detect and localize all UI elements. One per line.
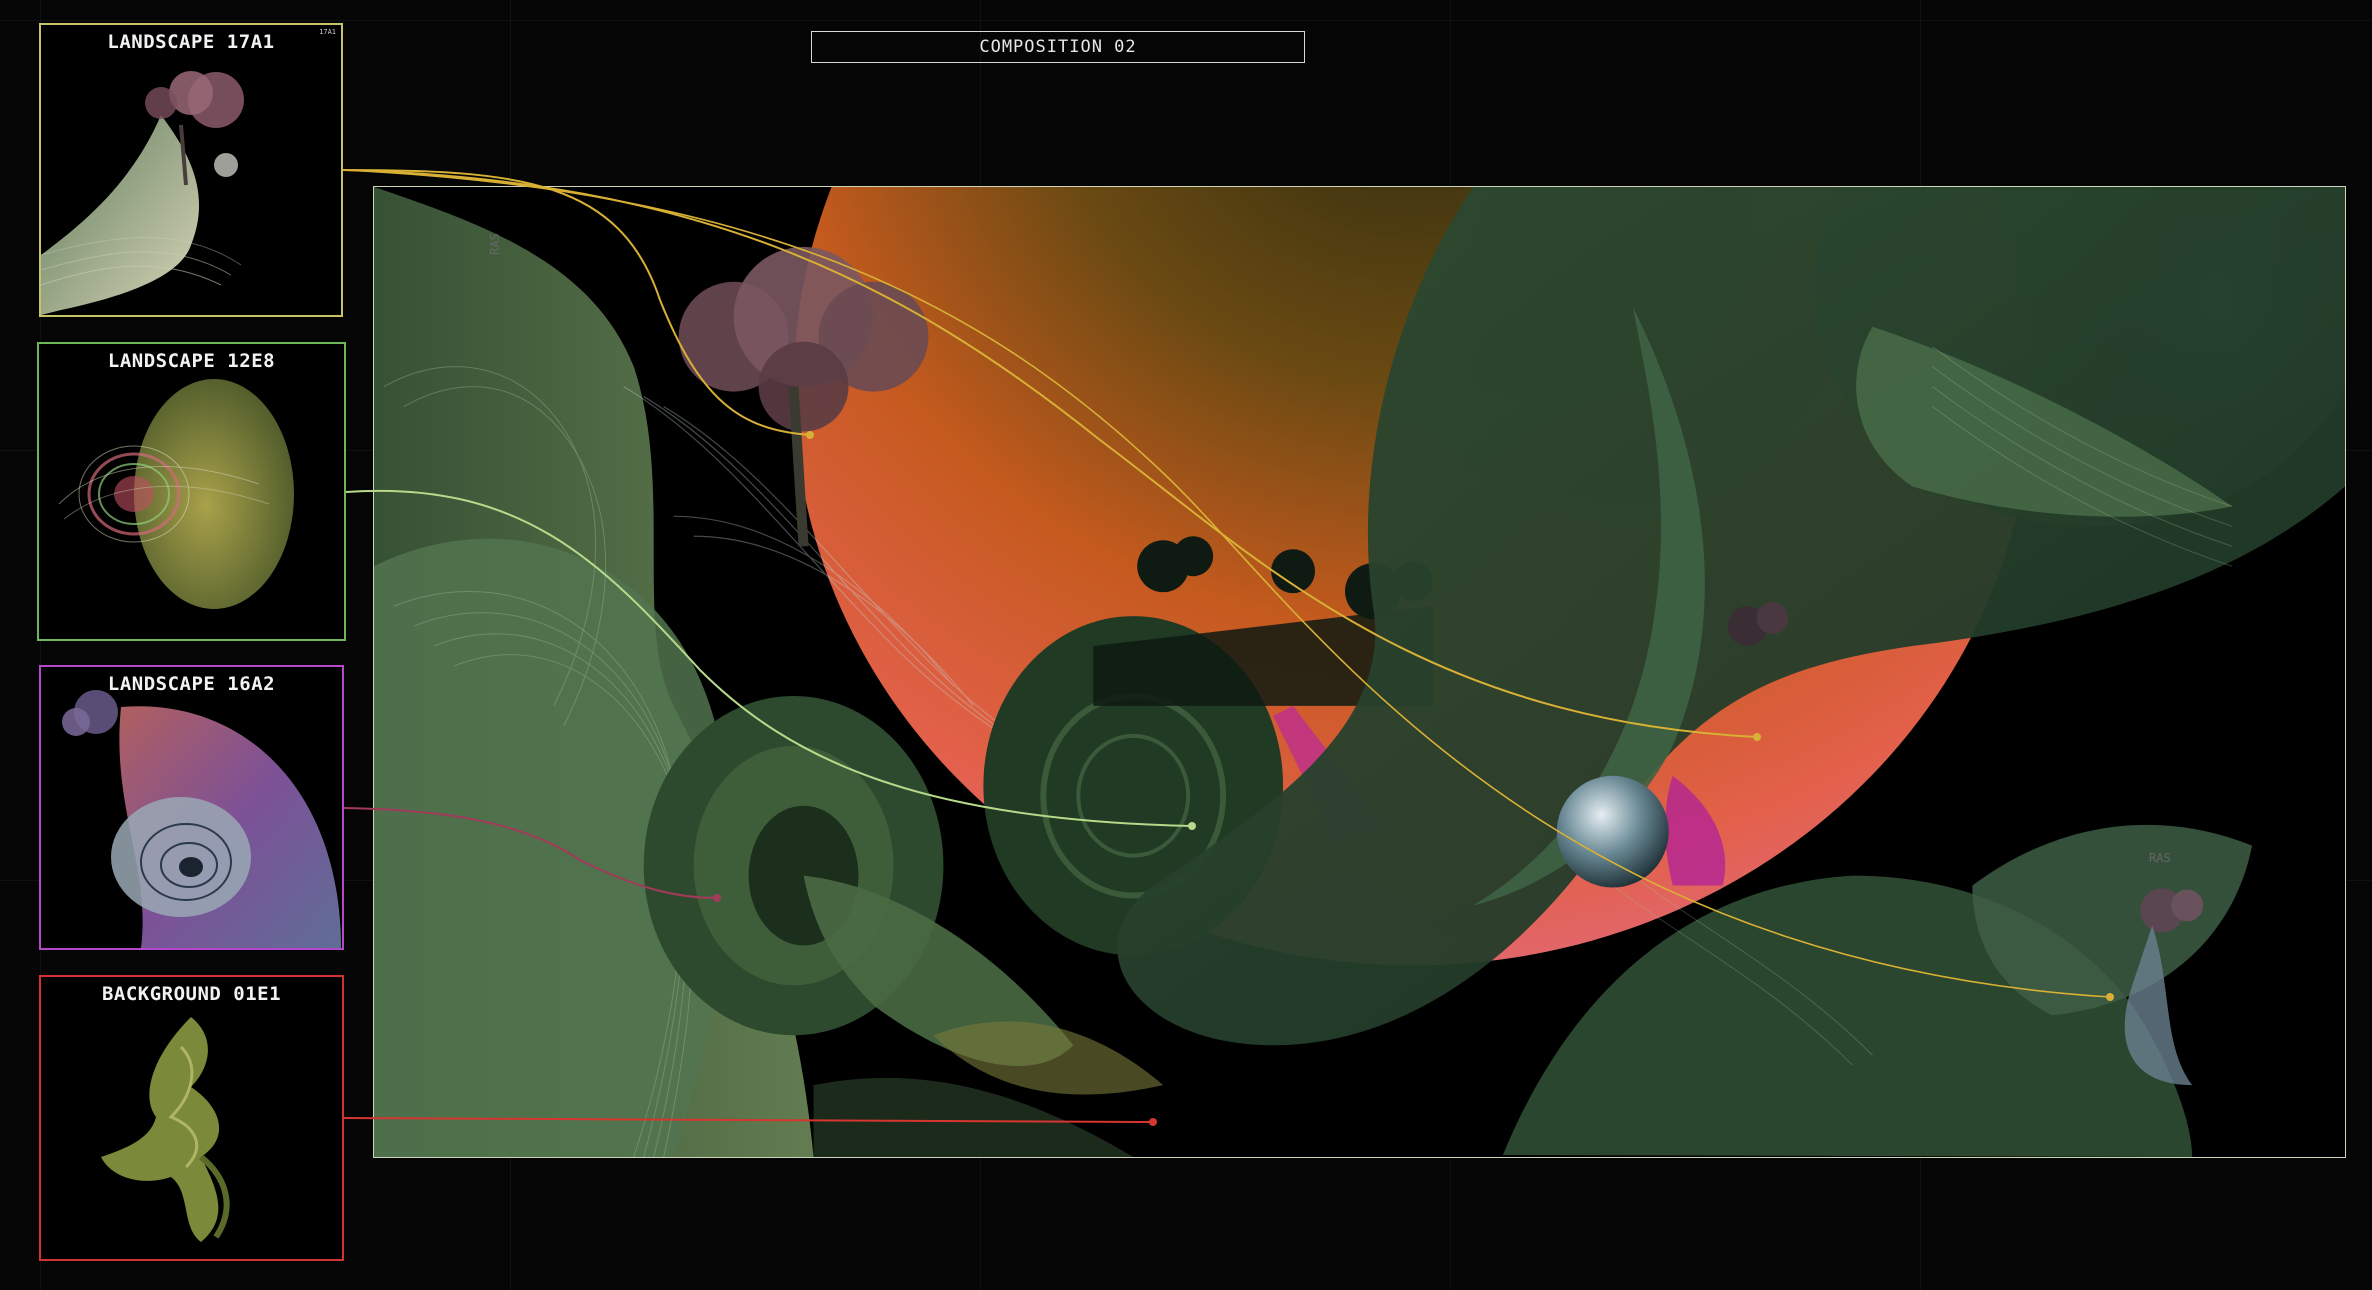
canvas-mark: RAS xyxy=(487,233,502,255)
composition-artwork xyxy=(374,187,2345,1157)
canvas-mark: RAS xyxy=(2149,851,2171,865)
layer-label: LANDSCAPE 17A1 xyxy=(107,31,275,53)
layer-thumbnail-landscape-16a2[interactable]: LANDSCAPE 16A2 xyxy=(39,665,344,950)
background-01e1-preview xyxy=(101,1017,230,1242)
layer-thumbnail-landscape-17a1[interactable]: LANDSCAPE 17A1 17A1 xyxy=(39,23,343,317)
composition-canvas[interactable]: RAS RAS xyxy=(373,186,2346,1158)
landscape-12e8-preview xyxy=(58,379,294,609)
layer-label: LANDSCAPE 12E8 xyxy=(107,350,276,372)
landscape-17a1-preview xyxy=(41,71,244,315)
layer-tag: 17A1 xyxy=(319,28,336,36)
layer-label: LANDSCAPE 16A2 xyxy=(107,673,276,695)
layer-label: BACKGROUND 01E1 xyxy=(101,983,282,1005)
layer-thumbnail-background-01e1[interactable]: BACKGROUND 01E1 xyxy=(39,975,344,1261)
layer-thumbnail-landscape-12e8[interactable]: LANDSCAPE 12E8 xyxy=(37,342,346,641)
landscape-16a2-preview xyxy=(62,690,342,948)
composition-title: COMPOSITION 02 xyxy=(811,31,1305,63)
